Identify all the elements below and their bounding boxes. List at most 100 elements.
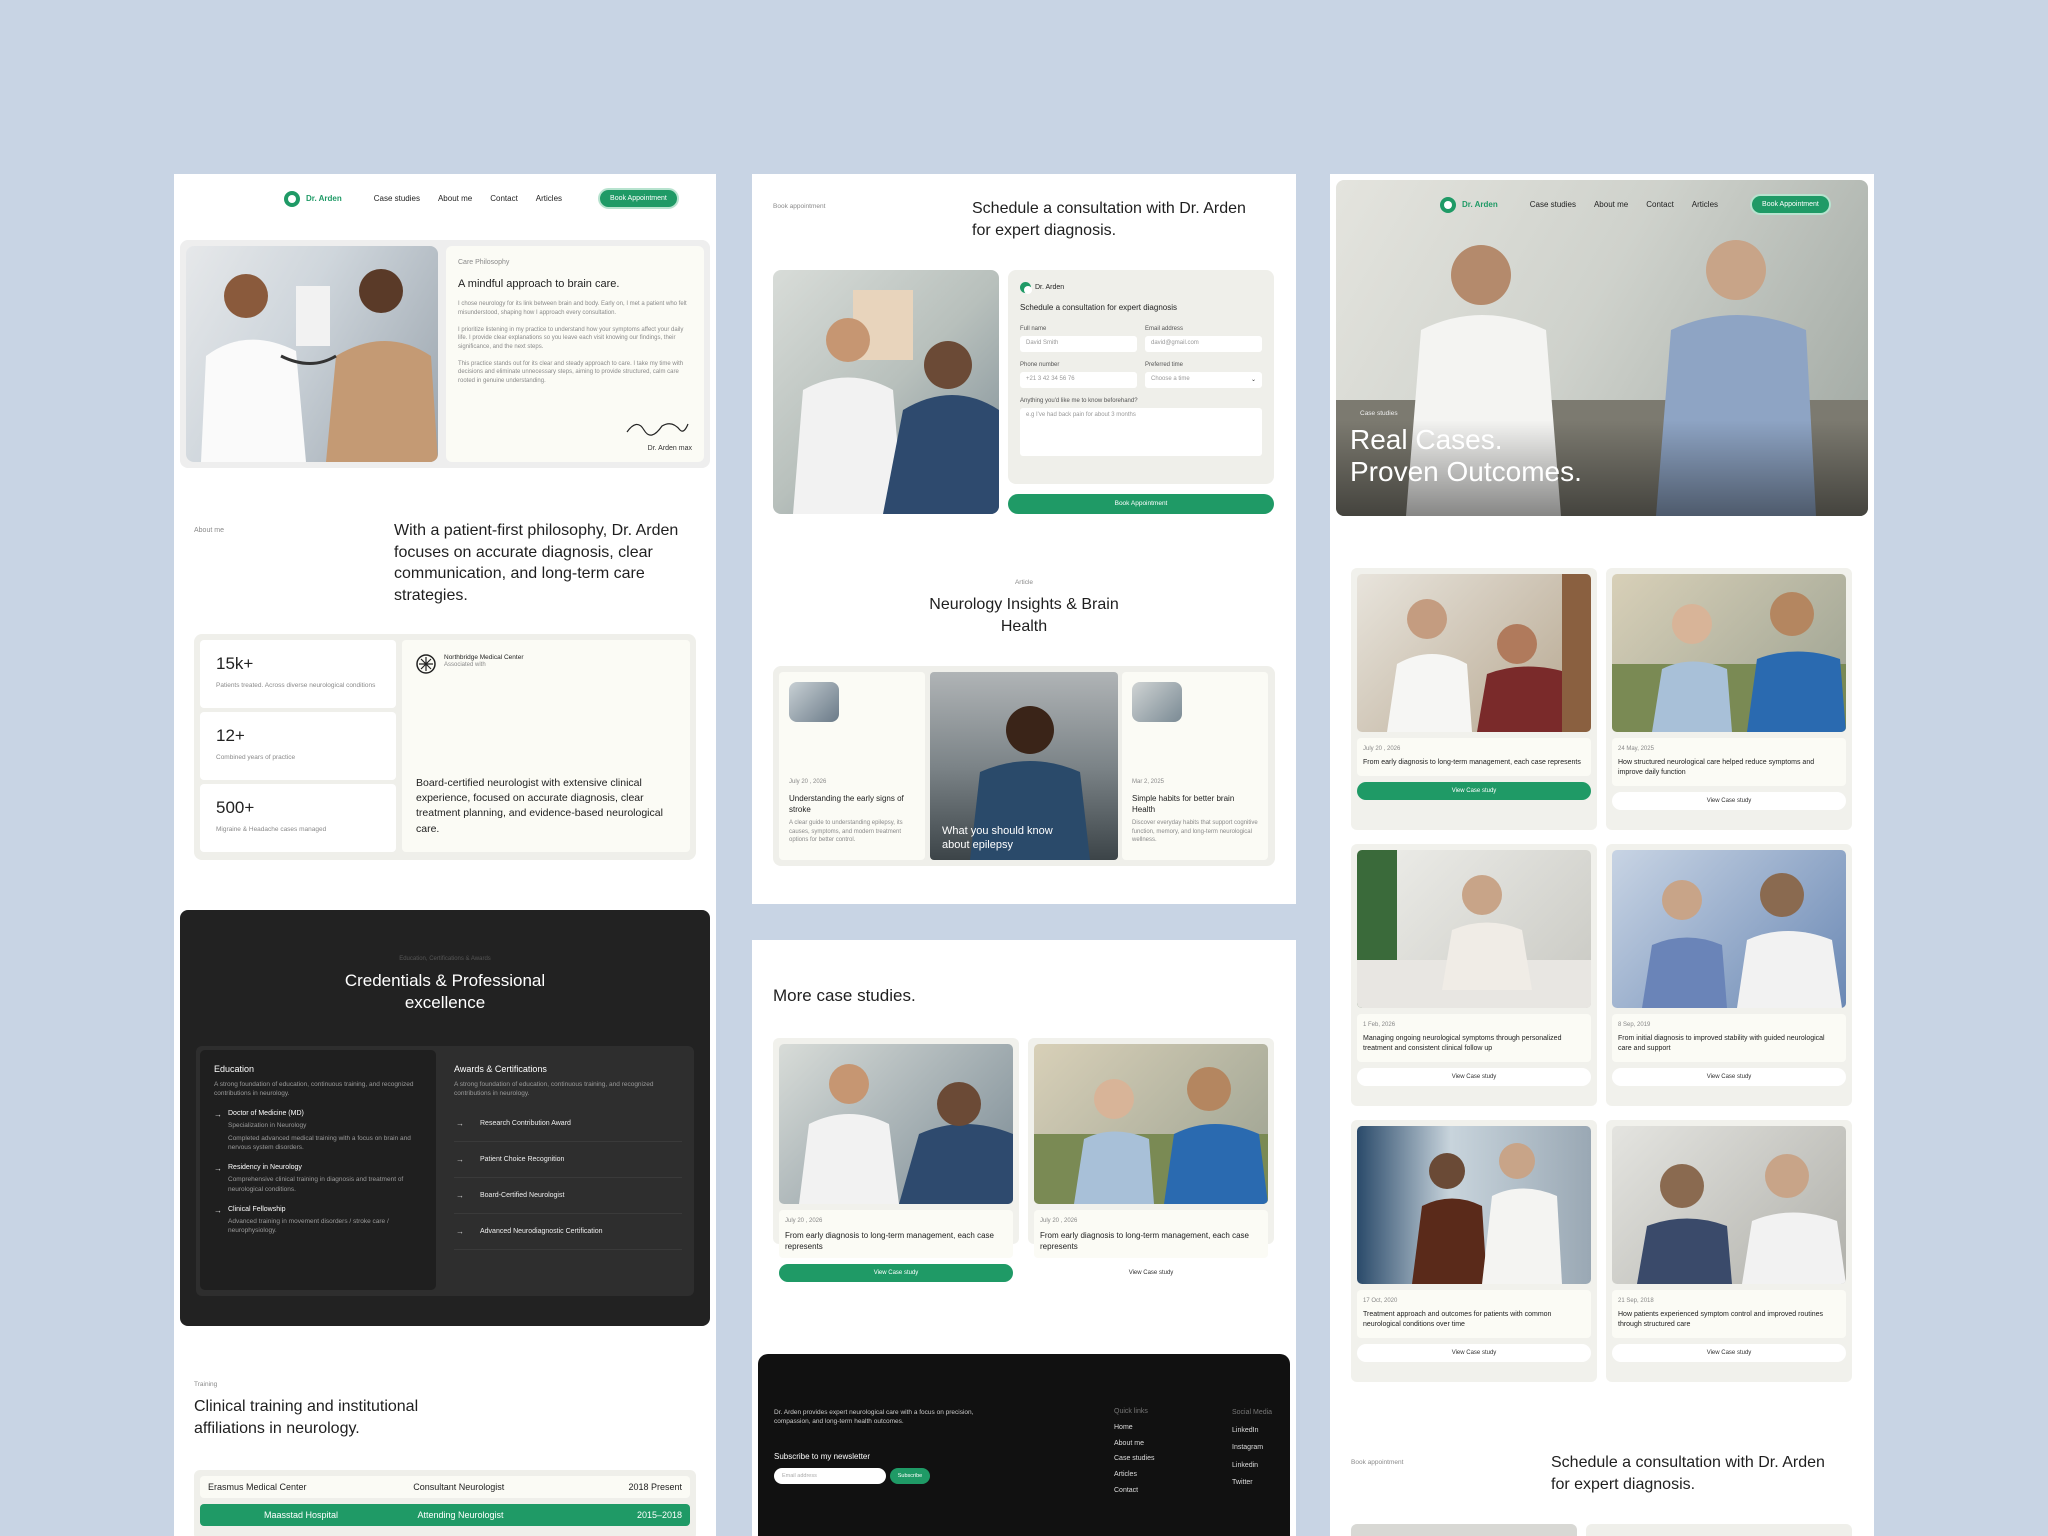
case-title: From initial diagnosis to improved stabi… xyxy=(1618,1035,1825,1052)
training-institution: Maasstad Hospital xyxy=(264,1510,339,1520)
logo[interactable]: Dr. Arden xyxy=(1440,196,1498,213)
social-link[interactable]: LinkedIn xyxy=(1232,1422,1272,1440)
association-text: Board-certified neurologist with extensi… xyxy=(416,777,663,835)
view-case-button[interactable]: View Case study xyxy=(1357,781,1591,800)
submit-booking-button[interactable]: Book Appointment xyxy=(1008,494,1274,514)
message-textarea[interactable]: e.g I've had back pain for about 3 month… xyxy=(1020,408,1262,456)
view-case-button[interactable]: View Case study xyxy=(1034,1264,1268,1283)
article-card[interactable]: Mar 2, 2025 Simple habits for better bra… xyxy=(1122,672,1268,860)
more-cases-title: More case studies. xyxy=(773,986,916,1005)
edu-desc: Specialization in Neurology xyxy=(228,1122,307,1130)
article-card[interactable]: July 20 , 2026 Understanding the early s… xyxy=(779,672,925,860)
case-photo xyxy=(1612,850,1846,1008)
stat-desc: Patients treated. Across diverse neurolo… xyxy=(216,682,376,689)
footer-link[interactable]: Articles xyxy=(1114,1467,1154,1483)
hero-eyebrow: Case studies xyxy=(1360,410,1398,417)
case-card: 21 Sep, 2018 How patients experienced sym… xyxy=(1606,1120,1852,1382)
footer-link[interactable]: About me xyxy=(1114,1436,1154,1452)
doctor-patient-photo xyxy=(186,246,438,462)
newsletter-email-input[interactable]: Email address xyxy=(774,1468,886,1484)
nav-articles[interactable]: Articles xyxy=(1692,200,1718,209)
case-body: 1 Feb, 2026 Managing ongoing neurological… xyxy=(1357,1014,1591,1062)
logo-icon xyxy=(1440,196,1456,213)
booking-form: Dr. Arden Schedule a consultation for ex… xyxy=(1008,270,1274,484)
panel-case-studies: Dr. Arden Case studies About me Contact … xyxy=(1330,174,1874,1536)
training-row: Erasmus Medical Center Consultant Neurol… xyxy=(200,1476,690,1498)
nav-case-studies[interactable]: Case studies xyxy=(1530,200,1576,209)
book-appointment-button[interactable]: Book Appointment xyxy=(598,188,679,209)
footer-link[interactable]: Home xyxy=(1114,1420,1154,1436)
view-case-button[interactable]: View Case study xyxy=(1357,1067,1591,1086)
stat-number: 12+ xyxy=(216,726,245,745)
nav-articles[interactable]: Articles xyxy=(536,194,562,203)
article-thumb xyxy=(1132,682,1182,722)
view-case-button[interactable]: View Case study xyxy=(1357,1343,1591,1362)
featured-article-card[interactable]: What you should know about epilepsy xyxy=(930,672,1118,860)
case-card: 1 Feb, 2026 Managing ongoing neurological… xyxy=(1351,844,1597,1106)
case-body: July 20 , 2026 From early diagnosis to lo… xyxy=(1357,738,1591,776)
about-statement: With a patient-first philosophy, Dr. Ard… xyxy=(394,522,679,604)
social-link[interactable]: Linkedin xyxy=(1232,1457,1272,1475)
article-desc: A clear guide to understanding epilepsy,… xyxy=(789,820,903,844)
name-input[interactable]: David Smith xyxy=(1020,336,1137,352)
signature-name: Dr. Arden max xyxy=(647,445,692,452)
footer-link[interactable]: Case studies xyxy=(1114,1451,1154,1467)
nav-case-studies[interactable]: Case studies xyxy=(374,194,420,203)
view-case-button[interactable]: View Case study xyxy=(1612,791,1846,810)
time-select[interactable]: Choose a time ⌄ xyxy=(1145,372,1262,388)
view-case-button[interactable]: View Case study xyxy=(1612,1343,1846,1362)
award-item: Patient Choice Recognition xyxy=(454,1142,682,1179)
nav-contact[interactable]: Contact xyxy=(490,194,518,203)
stat-card: 12+ Combined years of practice xyxy=(200,712,396,780)
brand-name: Dr. Arden xyxy=(1462,200,1498,209)
education-item: Doctor of Medicine (MD) Specialization in… xyxy=(214,1110,422,1152)
award-item: Advanced Neurodiagnostic Certification xyxy=(454,1214,682,1251)
brand-name: Dr. Arden xyxy=(306,194,342,203)
social-link[interactable]: Twitter xyxy=(1232,1474,1272,1492)
email-input[interactable]: david@gmail.com xyxy=(1145,336,1262,352)
care-text-card: Care Philosophy A mindful approach to br… xyxy=(446,246,704,462)
hospital-logo-icon xyxy=(416,654,436,674)
case-photo xyxy=(1357,850,1591,1008)
edu-title: Residency in Neurology xyxy=(228,1164,302,1172)
credentials-section: Education, Certifications & Awards Crede… xyxy=(180,910,710,1326)
article-title: Simple habits for better brain Health xyxy=(1132,793,1235,814)
training-row: Maasstad Hospital Attending Neurologist … xyxy=(200,1504,690,1526)
awards-sub: A strong foundation of education, contin… xyxy=(454,1081,654,1098)
nav-contact[interactable]: Contact xyxy=(1646,200,1674,209)
stat-number: 15k+ xyxy=(216,654,254,673)
article-thumb xyxy=(789,682,839,722)
nav-about[interactable]: About me xyxy=(438,194,472,203)
social-link[interactable]: Instagram xyxy=(1232,1439,1272,1457)
education-column: Education A strong foundation of educati… xyxy=(200,1050,436,1290)
case-card: July 20 , 2026 From early diagnosis to lo… xyxy=(1351,568,1597,830)
edu-desc: Completed advanced medical training with… xyxy=(228,1135,411,1152)
phone-label: Phone number xyxy=(1020,362,1060,368)
stats-section: 15k+ Patients treated. Across diverse neu… xyxy=(194,634,696,860)
chevron-down-icon: ⌄ xyxy=(1250,377,1256,383)
logo[interactable]: Dr. Arden xyxy=(284,190,342,207)
view-case-button[interactable]: View Case study xyxy=(1612,1067,1846,1086)
footer-link[interactable]: Contact xyxy=(1114,1483,1154,1499)
articles-title: Neurology Insights & Brain Health xyxy=(929,596,1119,635)
case-date: 21 Sep, 2018 xyxy=(1618,1298,1654,1304)
subscribe-button[interactable]: Subscribe xyxy=(890,1468,930,1484)
education-sub: A strong foundation of education, contin… xyxy=(214,1081,414,1098)
case-photo xyxy=(1357,574,1591,732)
edu-title: Doctor of Medicine (MD) xyxy=(228,1110,304,1118)
newsletter-label: Subscribe to my newsletter xyxy=(774,1452,871,1461)
book-appointment-button[interactable]: Book Appointment xyxy=(1750,194,1831,215)
case-card: 24 May, 2025 How structured neurological … xyxy=(1606,568,1852,830)
case-date: 24 May, 2025 xyxy=(1618,746,1654,752)
nav-about[interactable]: About me xyxy=(1594,200,1628,209)
name-label: Full name xyxy=(1020,326,1047,332)
phone-input[interactable]: +21 3 42 34 56 76 xyxy=(1020,372,1137,388)
top-nav: Dr. Arden Case studies About me Contact … xyxy=(284,188,679,209)
case-card: 17 Oct, 2020 Treatment approach and outco… xyxy=(1351,1120,1597,1382)
book-title: Schedule a consultation with Dr. Arden f… xyxy=(1551,1454,1825,1493)
case-body: July 20 , 2026 From early diagnosis to lo… xyxy=(1034,1210,1268,1259)
training-years: 2018 Present xyxy=(628,1482,682,1492)
view-case-button[interactable]: View Case study xyxy=(779,1264,1013,1283)
award-item: Board-Certified Neurologist xyxy=(454,1178,682,1215)
education-title: Education xyxy=(214,1064,255,1074)
